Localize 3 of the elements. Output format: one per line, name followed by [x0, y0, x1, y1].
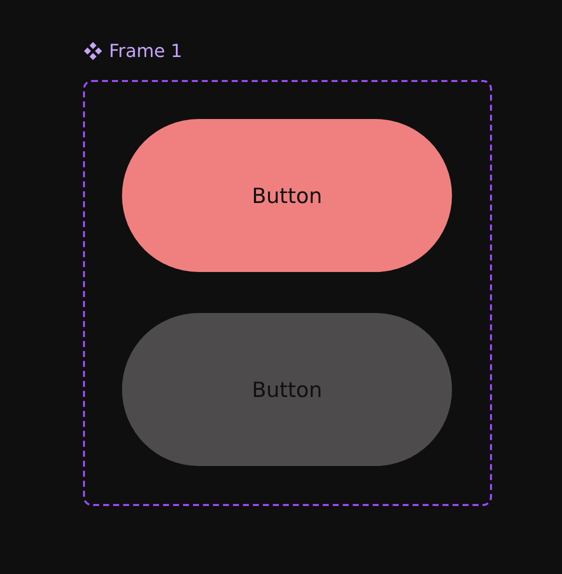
frame-title: Frame 1	[109, 40, 182, 62]
pill-button[interactable]: Button	[122, 119, 452, 272]
component-icon	[83, 41, 103, 61]
